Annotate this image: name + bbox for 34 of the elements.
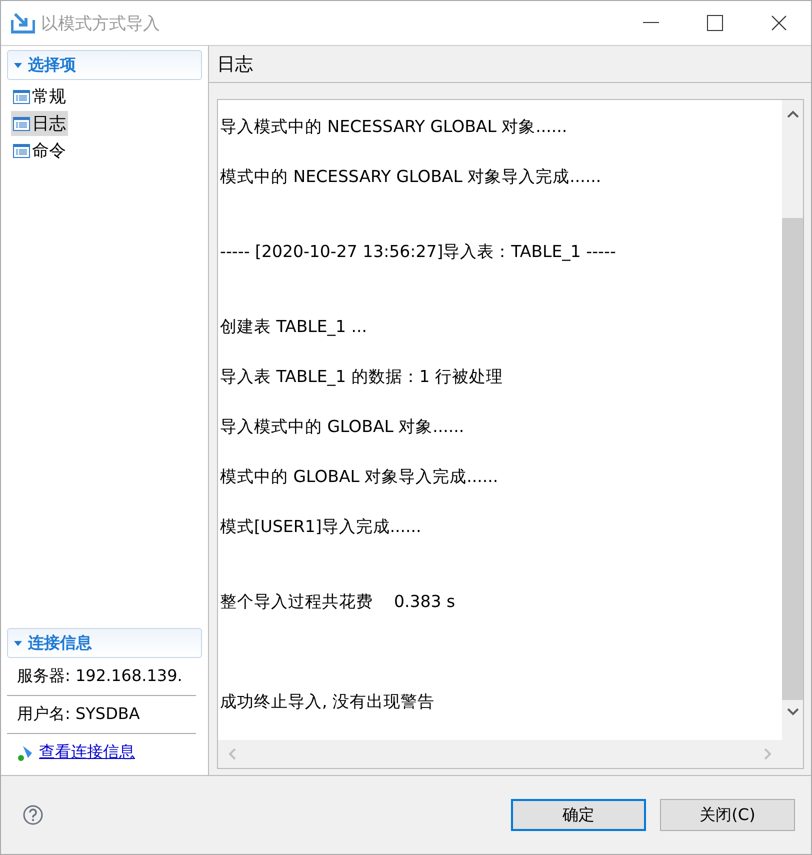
log-line: 整个导入过程共花费 0.383 s bbox=[220, 591, 456, 613]
sidebar-item[interactable]: 日志 bbox=[11, 111, 68, 136]
log-line: 导入表 TABLE_1 的数据：1 行被处理 bbox=[220, 366, 504, 388]
scroll-up-icon[interactable] bbox=[786, 110, 798, 118]
log-line: 模式中的 NECESSARY GLOBAL 对象导入完成...... bbox=[220, 166, 602, 188]
connection-icon bbox=[17, 744, 35, 762]
import-icon bbox=[11, 12, 35, 34]
section-header[interactable]: 选择项 bbox=[7, 50, 202, 80]
user-info: 用户名: SYSDBA bbox=[7, 696, 196, 734]
log-line: 模式[USER1]导入完成...... bbox=[220, 516, 422, 538]
dialog-button[interactable]: 关闭(C) bbox=[660, 799, 795, 831]
log-line: 导入模式中的 GLOBAL 对象...... bbox=[220, 416, 466, 438]
log-line: 成功终止导入, 没有出现警告 bbox=[220, 691, 436, 713]
sidebar-item[interactable]: 命令 bbox=[11, 138, 68, 163]
help-icon[interactable] bbox=[23, 805, 43, 825]
maximize-icon[interactable] bbox=[707, 15, 723, 31]
section-header[interactable]: 连接信息 bbox=[7, 628, 202, 658]
sidebar-item[interactable]: 常规 bbox=[11, 84, 68, 109]
minimize-icon[interactable] bbox=[643, 22, 659, 24]
connection-link[interactable]: 查看连接信息 bbox=[39, 742, 135, 763]
list-icon bbox=[13, 90, 30, 104]
list-icon bbox=[13, 116, 30, 130]
log-line: ----- [2020-10-27 13:56:27]导入表：TABLE_1 ----- bbox=[220, 241, 617, 263]
close-icon[interactable] bbox=[771, 15, 787, 31]
dialog-button[interactable]: 确定 bbox=[511, 799, 646, 831]
panel-title: 日志 bbox=[209, 46, 811, 83]
window-title: 以模式方式导入 bbox=[41, 12, 161, 34]
vertical-scrollbar[interactable] bbox=[782, 100, 803, 740]
server-info: 服务器: 192.168.139. bbox=[7, 658, 196, 696]
log-line: 模式中的 GLOBAL 对象导入完成...... bbox=[220, 466, 500, 488]
list-icon bbox=[13, 144, 30, 158]
scroll-down-icon[interactable] bbox=[786, 708, 798, 716]
log-line: 创建表 TABLE_1 ... bbox=[220, 316, 368, 338]
log-line: 导入模式中的 NECESSARY GLOBAL 对象...... bbox=[220, 116, 568, 138]
